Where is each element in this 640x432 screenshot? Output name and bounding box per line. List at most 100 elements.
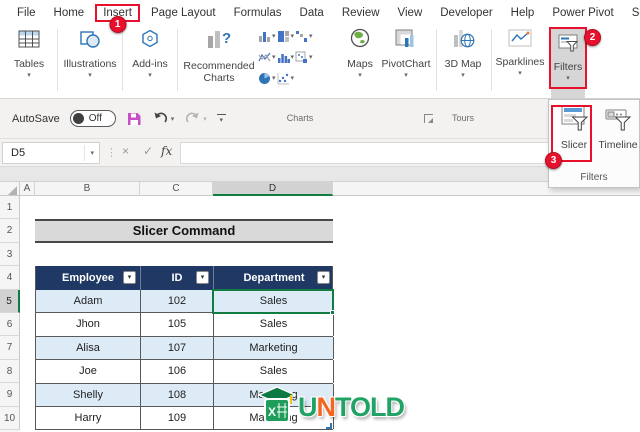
tab-insert[interactable]: Insert 1 xyxy=(95,3,140,33)
tab-formulas[interactable]: Formulas xyxy=(225,4,291,22)
tab-file[interactable]: File xyxy=(8,4,45,22)
active-cell-selection xyxy=(212,289,335,315)
cell-b8[interactable]: Joe xyxy=(36,360,141,383)
tab-data[interactable]: Data xyxy=(291,4,333,22)
toggle-knob xyxy=(72,113,84,124)
row-header-8[interactable]: 8 xyxy=(0,359,20,384)
cell-c8[interactable]: 106 xyxy=(141,360,214,383)
cell-c10[interactable]: 109 xyxy=(141,406,214,430)
row-header-10[interactable]: 10 xyxy=(0,406,20,430)
cell-b5[interactable]: Adam xyxy=(36,290,141,313)
tab-page-layout[interactable]: Page Layout xyxy=(142,4,225,22)
tab-help[interactable]: Help xyxy=(502,4,544,22)
treemap-chart-icon[interactable]: ▾ xyxy=(277,30,294,43)
row-header-4[interactable]: 4 xyxy=(0,266,20,290)
tab-developer[interactable]: Developer xyxy=(431,4,501,22)
tables-label: Tables xyxy=(13,58,45,70)
cell-d6[interactable]: Sales xyxy=(214,313,334,336)
column-header-a[interactable]: A xyxy=(20,182,35,196)
autosave-toggle[interactable]: Off xyxy=(69,110,116,127)
filter-dropdown-icon[interactable]: ▾ xyxy=(196,271,209,284)
tab-script-lab[interactable]: Script Lab xyxy=(623,4,640,22)
formula-bar-grip-icon[interactable]: ⋮ xyxy=(106,146,117,159)
insert-function-button[interactable]: fx xyxy=(161,144,172,158)
filter-dropdown-icon[interactable]: ▾ xyxy=(123,271,136,284)
enter-entry-button[interactable]: ✓ xyxy=(143,144,153,158)
autosave-label: AutoSave xyxy=(12,112,60,125)
row-header-1[interactable]: 1 xyxy=(0,196,20,220)
redo-button[interactable]: ▾ xyxy=(184,111,207,126)
save-button[interactable] xyxy=(126,111,142,127)
filters-button-open-connector xyxy=(551,89,585,99)
cell-c9[interactable]: 108 xyxy=(141,383,214,406)
table-header-employee[interactable]: Employee ▾ xyxy=(36,266,141,290)
column-chart-icon[interactable]: ▾ xyxy=(258,30,276,43)
table-row: Alisa 107 Marketing xyxy=(36,336,334,361)
add-ins-button[interactable]: Add-ins ▾ xyxy=(126,27,174,79)
cell-c5[interactable]: 102 xyxy=(141,290,214,313)
tab-view[interactable]: View xyxy=(389,4,432,22)
globe-icon xyxy=(347,27,373,56)
3d-map-button[interactable]: 3D Map ▾ xyxy=(438,27,488,79)
cell-d8[interactable]: Sales xyxy=(214,360,334,383)
logo-letters-told: TOLD xyxy=(335,392,405,422)
line-chart-icon[interactable]: ▾ xyxy=(258,51,276,64)
column-header-c[interactable]: C xyxy=(140,182,213,196)
chevron-down-icon: ▾ xyxy=(404,72,408,80)
row-header-5[interactable]: 5 xyxy=(0,289,20,313)
filter-dropdown-icon[interactable]: ▾ xyxy=(317,271,330,284)
customize-qat-button[interactable]: ▾ xyxy=(216,113,226,124)
timeline-menu-item[interactable]: Timeline xyxy=(596,105,640,151)
formula-sheet-divider xyxy=(0,167,640,182)
undo-button[interactable]: ▾ xyxy=(152,111,174,126)
illustrations-button[interactable]: Illustrations ▾ xyxy=(60,27,120,79)
select-all-button[interactable] xyxy=(0,182,20,196)
tables-button[interactable]: Tables ▾ xyxy=(4,27,54,79)
sparklines-button[interactable]: Sparklines ▾ xyxy=(492,27,548,77)
chevron-down-icon: ▾ xyxy=(88,72,92,80)
group-separator xyxy=(122,29,123,91)
filters-button[interactable]: Filters ▾ xyxy=(549,27,587,89)
cancel-entry-button[interactable]: × xyxy=(122,144,129,158)
table-header-department[interactable]: Department ▾ xyxy=(214,266,334,290)
column-header-b[interactable]: B xyxy=(35,182,140,196)
cell-c6[interactable]: 105 xyxy=(141,313,214,336)
cell-b10[interactable]: Harry xyxy=(36,406,141,430)
cell-b7[interactable]: Alisa xyxy=(36,336,141,360)
histogram-chart-icon[interactable]: ▾ xyxy=(277,51,294,64)
table-header-row: Employee ▾ ID ▾ Department ▾ xyxy=(35,266,333,290)
cell-b9[interactable]: Shelly xyxy=(36,383,141,406)
row-header-3[interactable]: 3 xyxy=(0,242,20,267)
row-header-9[interactable]: 9 xyxy=(0,383,20,407)
name-box-dropdown-icon[interactable]: ▾ xyxy=(84,145,99,161)
tab-power-pivot[interactable]: Power Pivot xyxy=(543,4,622,22)
fill-handle[interactable] xyxy=(330,310,335,315)
charts-dialog-launcher-icon[interactable] xyxy=(424,114,433,123)
cell-d7[interactable]: Marketing xyxy=(214,336,334,360)
maps-button[interactable]: Maps ▾ xyxy=(341,27,379,79)
pie-chart-icon[interactable]: ▾ xyxy=(258,72,276,85)
tab-review[interactable]: Review xyxy=(333,4,389,22)
timeline-icon xyxy=(604,105,632,136)
tours-group-label: Tours xyxy=(451,113,474,123)
waterfall-chart-icon[interactable]: ▾ xyxy=(295,30,313,43)
row-header-7[interactable]: 7 xyxy=(0,336,20,360)
illustrations-icon xyxy=(77,27,103,56)
scatter-chart-icon[interactable]: ▾ xyxy=(277,72,294,85)
column-header-d[interactable]: D xyxy=(213,182,333,196)
recommended-charts-button[interactable]: ? Recommended Charts xyxy=(181,27,257,84)
row-header-6[interactable]: 6 xyxy=(0,312,20,337)
untold-logo-icon: X xyxy=(256,384,298,431)
cell-b6[interactable]: Jhon xyxy=(36,313,141,336)
tab-home[interactable]: Home xyxy=(45,4,94,22)
combo-chart-icon[interactable]: ▾ xyxy=(295,51,313,64)
untold-logo-text: UNTOLD xyxy=(298,392,405,422)
table-header-id-label: ID xyxy=(171,272,183,284)
cell-c7[interactable]: 107 xyxy=(141,336,214,360)
name-box[interactable]: D5 ▾ xyxy=(2,142,100,164)
table-header-id[interactable]: ID ▾ xyxy=(141,266,214,290)
row-header-2[interactable]: 2 xyxy=(0,219,20,243)
chart-gallery-row-3: ▾ ▾ xyxy=(258,72,294,85)
pivotchart-button[interactable]: PivotChart ▾ xyxy=(379,27,433,79)
worksheet-title-cell[interactable]: Slicer Command xyxy=(35,219,333,243)
